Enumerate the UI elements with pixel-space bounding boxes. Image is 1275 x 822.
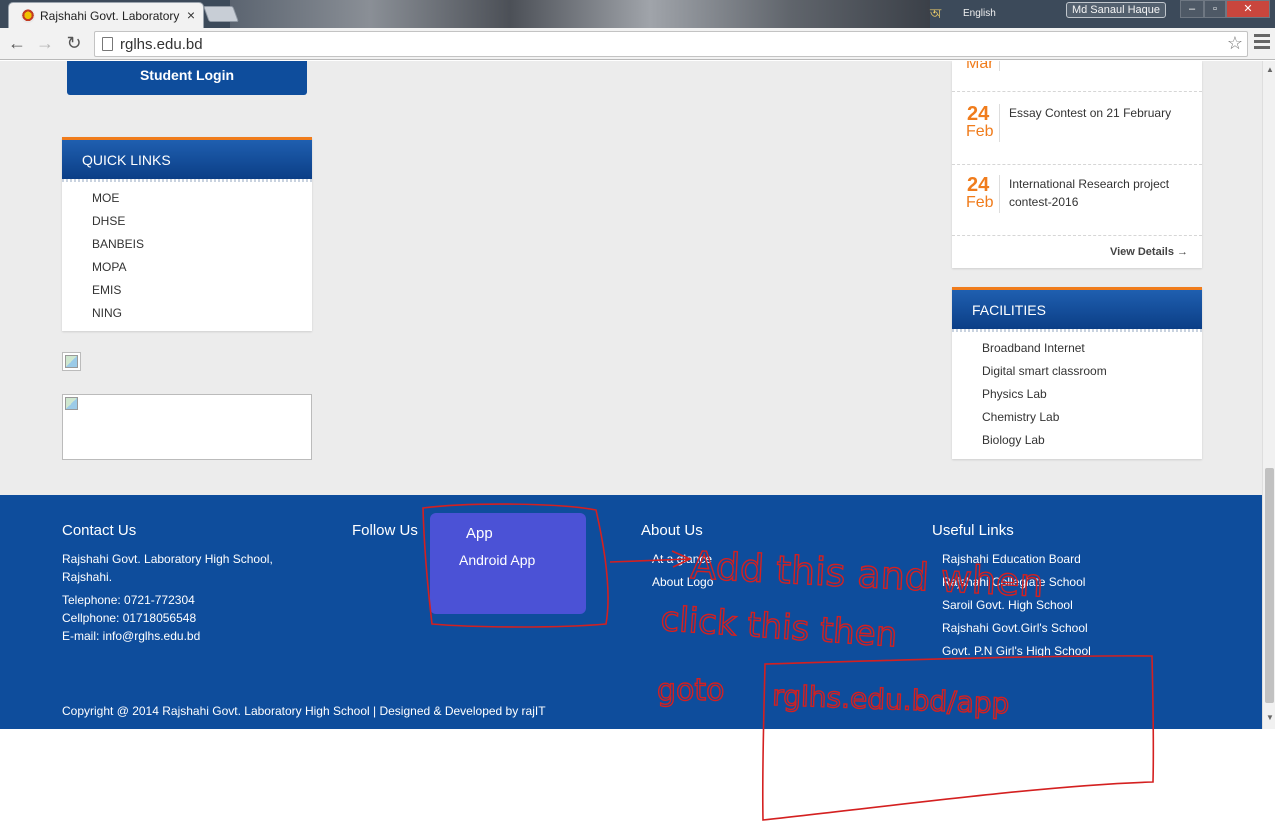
notice-divider bbox=[952, 91, 1202, 92]
useful-link[interactable]: Rajshahi Collegiate School bbox=[942, 575, 1091, 598]
contact-address-line1: Rajshahi Govt. Laboratory High School, bbox=[62, 552, 273, 566]
quick-link-emis[interactable]: EMIS bbox=[92, 283, 144, 306]
tab-title: Rajshahi Govt. Laboratory bbox=[40, 9, 180, 23]
about-us-title: About Us bbox=[641, 522, 703, 539]
browser-tab[interactable]: Rajshahi Govt. Laboratory × bbox=[8, 2, 204, 28]
useful-link[interactable]: Rajshahi Education Board bbox=[942, 552, 1091, 575]
input-method-icon[interactable]: অ bbox=[930, 5, 941, 26]
quick-link-banbeis[interactable]: BANBEIS bbox=[92, 237, 144, 260]
view-details-link[interactable]: View Details → bbox=[1110, 246, 1188, 258]
content-area: Student Login QUICK LINKS MOE DHSE BANBE… bbox=[0, 61, 1262, 495]
profile-button[interactable]: Md Sanaul Haque bbox=[1066, 2, 1166, 18]
facilities-title: FACILITIES bbox=[952, 287, 1202, 332]
notice-separator bbox=[999, 104, 1000, 142]
new-tab-button[interactable] bbox=[203, 6, 239, 22]
contact-us-title: Contact Us bbox=[62, 522, 137, 539]
contact-address-line2: Rajshahi. bbox=[62, 570, 113, 584]
notice-separator bbox=[999, 61, 1000, 71]
quick-links-title: QUICK LINKS bbox=[62, 137, 312, 182]
maximize-button[interactable]: ▫ bbox=[1204, 0, 1226, 18]
useful-link[interactable]: Govt. P.N Girl's High School bbox=[942, 644, 1091, 667]
scrollbar-thumb[interactable] bbox=[1265, 468, 1274, 703]
contact-cellphone: Cellphone: 01718056548 bbox=[62, 611, 197, 625]
browser-menu-icon[interactable] bbox=[1254, 34, 1270, 52]
notice-month: Feb bbox=[966, 123, 994, 140]
broken-image-banner[interactable] bbox=[62, 394, 312, 460]
notice-separator bbox=[999, 175, 1000, 213]
quick-links-panel: QUICK LINKS MOE DHSE BANBEIS MOPA EMIS N… bbox=[62, 137, 312, 331]
copyright-text: Copyright @ 2014 Rajshahi Govt. Laborato… bbox=[62, 704, 546, 718]
titlebar-background bbox=[230, 0, 930, 28]
quick-link-ning[interactable]: NING bbox=[92, 306, 144, 329]
broken-image-icon bbox=[65, 397, 78, 410]
url-text[interactable]: rglhs.edu.bd bbox=[120, 36, 203, 53]
notice-title[interactable]: International Research project contest-2… bbox=[1009, 175, 1194, 211]
browser-toolbar: ← → ↻ rglhs.edu.bd ☆ bbox=[0, 28, 1275, 60]
app-title: App bbox=[466, 525, 493, 542]
about-link-at-a-glance[interactable]: At a glance bbox=[652, 552, 713, 575]
page-icon bbox=[102, 37, 113, 51]
broken-image-icon bbox=[65, 355, 78, 368]
broken-image-small[interactable] bbox=[62, 352, 81, 371]
facility-item[interactable]: Broadband Internet bbox=[982, 341, 1107, 364]
facilities-list: Broadband Internet Digital smart classro… bbox=[982, 341, 1107, 456]
notice-title[interactable]: Essay Contest on 21 February bbox=[1009, 104, 1194, 122]
facility-item[interactable]: Biology Lab bbox=[982, 433, 1107, 456]
scroll-up-icon[interactable]: ▲ bbox=[1266, 65, 1274, 74]
notice-month: Feb bbox=[966, 194, 994, 211]
notice-item[interactable]: 24 Feb International Research project co… bbox=[952, 165, 1202, 236]
forward-button[interactable]: → bbox=[34, 32, 56, 54]
useful-link[interactable]: Rajshahi Govt.Girl's School bbox=[942, 621, 1091, 644]
bookmark-star-icon[interactable]: ☆ bbox=[1227, 33, 1243, 54]
address-bar[interactable]: rglhs.edu.bd ☆ bbox=[94, 31, 1248, 57]
useful-links-title: Useful Links bbox=[932, 522, 1014, 539]
scroll-down-icon[interactable]: ▼ bbox=[1266, 713, 1274, 722]
follow-us-title: Follow Us bbox=[352, 522, 418, 539]
site-footer: Contact Us Rajshahi Govt. Laboratory Hig… bbox=[0, 495, 1262, 729]
quick-link-moe[interactable]: MOE bbox=[92, 191, 144, 214]
about-us-links: At a glance About Logo bbox=[652, 552, 713, 598]
page-scrollbar[interactable]: ▲ ▼ bbox=[1262, 61, 1275, 729]
quick-link-mopa[interactable]: MOPA bbox=[92, 260, 144, 283]
contact-email[interactable]: E-mail: info@rglhs.edu.bd bbox=[62, 627, 200, 645]
notice-item[interactable]: 24 Feb Essay Contest on 21 February bbox=[952, 94, 1202, 165]
reload-button[interactable]: ↻ bbox=[63, 32, 85, 54]
contact-telephone: Telephone: 0721-772304 bbox=[62, 593, 195, 607]
language-indicator[interactable]: English bbox=[963, 8, 996, 19]
notice-partial-month: Mar bbox=[966, 61, 994, 72]
minimize-button[interactable]: – bbox=[1180, 0, 1204, 18]
window-close-button[interactable]: ✕ bbox=[1226, 0, 1270, 18]
about-link-about-logo[interactable]: About Logo bbox=[652, 575, 713, 598]
useful-links-list: Rajshahi Education Board Rajshahi Colleg… bbox=[942, 552, 1091, 667]
useful-link[interactable]: Saroil Govt. High School bbox=[942, 598, 1091, 621]
tab-close-icon[interactable]: × bbox=[187, 7, 195, 23]
site-favicon-icon bbox=[21, 9, 35, 23]
facilities-panel: FACILITIES Broadband Internet Digital sm… bbox=[952, 287, 1202, 459]
browser-title-bar: Rajshahi Govt. Laboratory × অ English Md… bbox=[0, 0, 1275, 28]
android-app-link[interactable]: Android App bbox=[459, 552, 535, 568]
notice-board-panel: Mar 24 Feb Essay Contest on 21 February … bbox=[952, 61, 1202, 268]
page-viewport: Student Login QUICK LINKS MOE DHSE BANBE… bbox=[0, 61, 1275, 822]
quick-link-dhse[interactable]: DHSE bbox=[92, 214, 144, 237]
back-button[interactable]: ← bbox=[6, 32, 28, 54]
facility-item[interactable]: Physics Lab bbox=[982, 387, 1107, 410]
facility-item[interactable]: Digital smart classroom bbox=[982, 364, 1107, 387]
facility-item[interactable]: Chemistry Lab bbox=[982, 410, 1107, 433]
quick-links-list: MOE DHSE BANBEIS MOPA EMIS NING bbox=[92, 191, 144, 329]
student-login-button[interactable]: Student Login bbox=[67, 61, 307, 95]
